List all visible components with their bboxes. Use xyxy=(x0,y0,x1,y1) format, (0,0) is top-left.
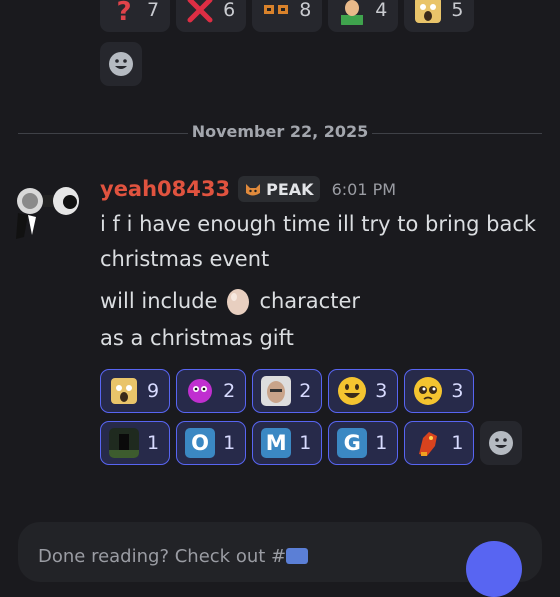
reaction-shocked[interactable]: 9 xyxy=(100,369,171,413)
message-header: yeah08433 PEAK 6:01 PM xyxy=(100,176,396,202)
reaction-count: 7 xyxy=(147,0,160,21)
message-line: as a christmas gift xyxy=(100,326,294,350)
reaction-count: 2 xyxy=(299,380,312,402)
shocked-face-emoji-icon xyxy=(109,376,139,406)
smiley-icon xyxy=(489,431,514,455)
date-divider-label: November 22, 2025 xyxy=(191,122,369,141)
baldi-emoji-icon xyxy=(337,0,367,25)
reaction-row: 9 2 2 3 3 xyxy=(100,369,475,413)
shocked-face-emoji-icon xyxy=(413,0,443,25)
red-x-emoji-icon xyxy=(185,0,215,25)
message-line: will include character xyxy=(100,286,360,316)
reaction-count: 3 xyxy=(375,380,388,402)
reaction-count: 8 xyxy=(299,0,312,21)
channel-emoji-icon xyxy=(286,548,309,564)
grinning-face-emoji-icon xyxy=(337,376,367,406)
red-fox-emoji-icon xyxy=(413,428,443,458)
reaction-row-top: ? 7 6 8 4 5 xyxy=(100,0,475,32)
server-tag-label: PEAK xyxy=(266,179,314,199)
reaction-count: 1 xyxy=(375,432,388,454)
reaction-count: 1 xyxy=(223,432,236,454)
message-input-bar[interactable]: Done reading? Check out # xyxy=(18,522,542,582)
server-tag[interactable]: PEAK xyxy=(238,176,320,202)
reaction-pink-creature[interactable]: 2 xyxy=(176,369,247,413)
message-line: christmas event xyxy=(100,247,270,271)
smiley-icon xyxy=(109,52,133,76)
cat-icon xyxy=(246,184,261,196)
letter-o-glyph: O xyxy=(191,431,210,455)
message-text: character xyxy=(259,289,361,313)
reaction-count: 1 xyxy=(147,432,160,454)
letter-g-emoji-icon: G xyxy=(337,428,368,458)
message-timestamp: 6:01 PM xyxy=(331,179,397,199)
reaction-glasses[interactable]: 8 xyxy=(252,0,323,32)
message-input[interactable]: Done reading? Check out # xyxy=(38,546,309,567)
reaction-count: 1 xyxy=(299,432,312,454)
reaction-grinning[interactable]: 3 xyxy=(328,369,399,413)
reaction-row: 1 O 1 M 1 G 1 1 xyxy=(100,421,523,465)
reaction-letter-o[interactable]: O 1 xyxy=(176,421,247,465)
reaction-count: 4 xyxy=(375,0,388,21)
message-input-placeholder: Done reading? Check out # xyxy=(38,546,287,567)
old-man-emoji-icon xyxy=(261,376,292,406)
reaction-count: 5 xyxy=(451,0,464,21)
dark-figure-emoji-icon xyxy=(109,428,139,458)
date-divider: November 22, 2025 xyxy=(18,122,542,144)
egg-emoji-icon xyxy=(227,289,250,315)
send-button[interactable] xyxy=(466,541,522,597)
letter-m-glyph: M xyxy=(265,431,287,455)
reaction-baldi[interactable]: 4 xyxy=(328,0,399,32)
question-emoji-icon: ? xyxy=(109,0,139,25)
reaction-letter-m[interactable]: M 1 xyxy=(252,421,323,465)
letter-o-emoji-icon: O xyxy=(185,428,216,458)
pleading-face-emoji-icon xyxy=(413,376,443,406)
reaction-count: 3 xyxy=(451,380,464,402)
reaction-question[interactable]: ? 7 xyxy=(100,0,171,32)
reaction-old-man[interactable]: 2 xyxy=(252,369,323,413)
reaction-count: 1 xyxy=(451,432,464,454)
reaction-count: 9 xyxy=(147,380,160,402)
pink-creature-emoji-icon xyxy=(185,376,215,406)
glasses-emoji-icon xyxy=(261,0,291,25)
avatar[interactable] xyxy=(10,185,84,245)
svg-text:?: ? xyxy=(116,0,131,25)
reaction-red-x[interactable]: 6 xyxy=(176,0,247,32)
message-line: i f i have enough time ill try to bring … xyxy=(100,212,537,236)
reaction-dark-figure[interactable]: 1 xyxy=(100,421,171,465)
reaction-count: 6 xyxy=(223,0,236,21)
username[interactable]: yeah08433 xyxy=(100,177,230,201)
add-reaction-button-top[interactable] xyxy=(100,42,142,86)
reaction-shocked-top[interactable]: 5 xyxy=(404,0,475,32)
letter-g-glyph: G xyxy=(343,431,361,455)
reaction-pleading[interactable]: 3 xyxy=(404,369,475,413)
letter-m-emoji-icon: M xyxy=(261,428,292,458)
divider-line-right xyxy=(372,133,542,134)
reaction-red-fox[interactable]: 1 xyxy=(404,421,475,465)
reaction-letter-g[interactable]: G 1 xyxy=(328,421,399,465)
message-text: will include xyxy=(100,289,218,313)
add-reaction-button[interactable] xyxy=(480,421,523,465)
reaction-count: 2 xyxy=(223,380,236,402)
